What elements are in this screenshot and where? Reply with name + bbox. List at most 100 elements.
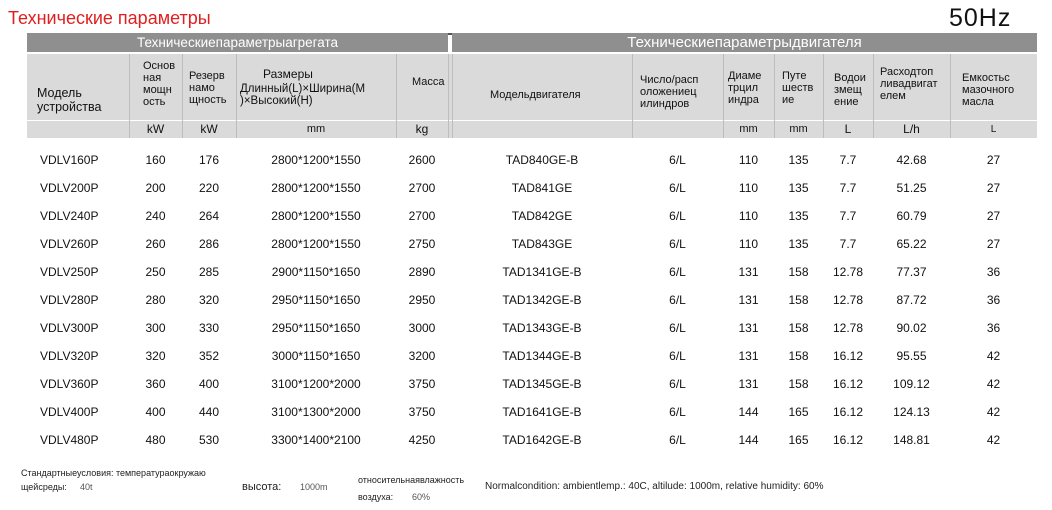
cell-mass: 2750 (408, 237, 436, 251)
cell-engine-model: TAD1342GE-B (502, 293, 582, 307)
cell-stroke: 158 (788, 265, 809, 279)
header-dimensions: Размеры (263, 67, 313, 81)
cell-main-power: 480 (145, 433, 166, 447)
cell-cylinders: 6/L (669, 293, 686, 307)
table-row: VDLV260P 260 286 2800*1200*1550 2750 TAD843GE… (0, 231, 1052, 258)
cell-cylinders: 6/L (669, 377, 686, 391)
cell-oil: 36 (986, 293, 1001, 307)
cell-cylinders: 6/L (669, 433, 686, 447)
cell-dimensions: 3300*1400*2100 (271, 433, 361, 447)
frequency-label: 50Hz (949, 4, 1012, 35)
cell-dimensions: 2800*1200*1550 (271, 209, 361, 223)
cell-oil: 42 (986, 405, 1001, 419)
cell-stroke: 158 (788, 377, 809, 391)
unit-reserve-power: kW (200, 122, 218, 136)
table-row: VDLV360P 360 400 3100*1200*2000 3750 TAD1345G… (0, 371, 1052, 398)
section-unit-params: Техническиепараметрыагрегата (27, 33, 448, 52)
cell-displacement: 7.7 (839, 237, 857, 251)
cell-bore: 131 (738, 265, 759, 279)
cell-bore: 131 (738, 293, 759, 307)
cell-displacement: 16.12 (832, 349, 864, 363)
cell-reserve-power: 320 (198, 293, 220, 307)
cell-dimensions: 3100*1300*2000 (271, 405, 361, 419)
cell-model: VDLV360P (40, 377, 99, 391)
cell-oil: 42 (986, 377, 1001, 391)
cell-bore: 110 (738, 209, 759, 223)
cell-bore: 110 (738, 153, 759, 167)
footer-normal-condition: Normalcondition: ambientlemp.: 40C, alti… (485, 481, 824, 492)
cell-mass: 3200 (408, 349, 436, 363)
cell-model: VDLV240P (40, 209, 99, 223)
cell-engine-model: TAD1343GE-B (502, 321, 582, 335)
cell-fuel: 148.81 (893, 433, 930, 447)
cell-model: VDLV250P (40, 265, 99, 279)
cell-oil: 36 (986, 265, 1001, 279)
cell-stroke: 158 (788, 321, 809, 335)
header-reserve-power: Резерв намо щность (189, 70, 227, 106)
cell-dimensions: 2800*1200*1550 (271, 153, 361, 167)
cell-oil: 27 (986, 153, 1001, 167)
table-row: VDLV320P 320 352 3000*1150*1650 3200 TAD1344G… (0, 343, 1052, 370)
header-displacement: Водои змещ ение (834, 72, 866, 108)
page-title: Технические параметры (8, 8, 211, 28)
cell-displacement: 7.7 (839, 153, 857, 167)
cell-dimensions: 3100*1200*2000 (271, 377, 361, 391)
cell-displacement: 7.7 (839, 209, 857, 223)
cell-mass: 2600 (408, 153, 436, 167)
cell-bore: 131 (738, 377, 759, 391)
cell-mass: 3750 (408, 377, 436, 391)
cell-engine-model: TAD1341GE-B (502, 265, 582, 279)
cell-oil: 36 (986, 321, 1001, 335)
cell-main-power: 300 (145, 321, 166, 335)
cell-model: VDLV480P (40, 433, 99, 447)
cell-bore: 131 (738, 321, 759, 335)
cell-main-power: 400 (145, 405, 166, 419)
cell-model: VDLV400P (40, 405, 99, 419)
cell-bore: 131 (738, 349, 759, 363)
footer-std-label-2: щейсреды: (21, 482, 67, 492)
cell-engine-model: TAD841GE (511, 181, 573, 195)
cell-bore: 110 (738, 181, 759, 195)
cell-displacement: 12.78 (832, 265, 864, 279)
header-mass: Масса (412, 76, 445, 88)
cell-model: VDLV300P (40, 321, 99, 335)
cell-fuel: 65.22 (896, 237, 927, 251)
cell-stroke: 158 (788, 293, 809, 307)
cell-mass: 3750 (408, 405, 436, 419)
cell-engine-model: TAD1641GE-B (502, 405, 582, 419)
cell-dimensions: 2900*1150*1650 (271, 265, 361, 279)
footer-humidity-label-2: воздуха: (358, 492, 394, 502)
table-row: VDLV280P 280 320 2950*1150*1650 2950 TAD1342G… (0, 287, 1052, 314)
header-engine-model: Модельдвигателя (490, 89, 581, 101)
table-row: VDLV480P 480 530 3300*1400*2100 4250 TAD1642G… (0, 427, 1052, 454)
cell-model: VDLV320P (40, 349, 99, 363)
header-bore: Диаме трцил индра (728, 70, 762, 106)
cell-main-power: 320 (145, 349, 166, 363)
unit-stroke: mm (789, 123, 808, 135)
cell-model: VDLV260P (40, 237, 99, 251)
cell-displacement: 7.7 (839, 181, 857, 195)
footer-altitude-value: 1000m (300, 482, 328, 492)
cell-mass: 2700 (408, 181, 436, 195)
cell-dimensions: 2800*1200*1550 (271, 237, 361, 251)
cell-stroke: 165 (788, 405, 809, 419)
table-row: VDLV240P 240 264 2800*1200*1550 2700 TAD842GE… (0, 203, 1052, 230)
footer-altitude-label: высота: (242, 481, 282, 493)
cell-main-power: 240 (145, 209, 166, 223)
cell-mass: 2950 (408, 293, 436, 307)
cell-model: VDLV200P (40, 181, 99, 195)
cell-engine-model: TAD842GE (511, 209, 573, 223)
cell-fuel: 109.12 (893, 377, 930, 391)
cell-oil: 27 (986, 209, 1001, 223)
cell-engine-model: TAD1642GE-B (502, 433, 582, 447)
cell-cylinders: 6/L (669, 265, 686, 279)
cell-stroke: 165 (788, 433, 809, 447)
header-oil: Емкостьс мазочного масла (962, 72, 1015, 108)
cell-fuel: 60.79 (896, 209, 927, 223)
table-row: VDLV250P 250 285 2900*1150*1650 2890 TAD1341G… (0, 259, 1052, 286)
cell-stroke: 135 (788, 237, 809, 251)
cell-main-power: 250 (145, 265, 166, 279)
cell-cylinders: 6/L (669, 349, 686, 363)
cell-bore: 144 (738, 433, 759, 447)
cell-oil: 27 (986, 237, 1001, 251)
